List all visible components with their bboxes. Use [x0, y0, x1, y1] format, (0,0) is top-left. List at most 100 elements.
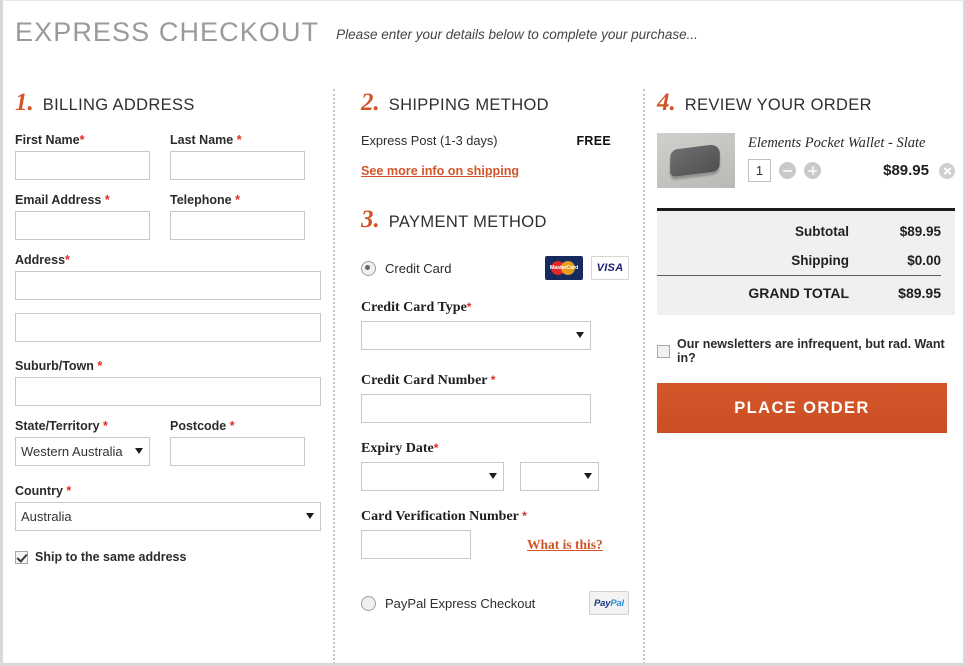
product-name: Elements Pocket Wallet - Slate	[748, 135, 926, 151]
review-step-title: REVIEW YOUR ORDER	[684, 96, 872, 114]
subtotal-label: Subtotal	[795, 224, 849, 239]
product-thumbnail	[657, 133, 735, 188]
paypal-logo-part2: Pal	[610, 597, 624, 609]
country-label: Country *	[15, 484, 72, 498]
review-order-section: 4. REVIEW YOUR ORDER Elements Pocket Wal…	[645, 89, 963, 663]
card-type-field: Credit Card Type*	[361, 300, 629, 355]
paypal-icon: Pay Pal	[589, 591, 629, 615]
paypal-radio[interactable]	[361, 595, 376, 611]
product-price: $89.95	[883, 162, 929, 179]
required-marker: *	[65, 253, 70, 267]
postcode-label: Postcode *	[170, 419, 235, 433]
country-select-wrapper[interactable]: Australia	[15, 502, 321, 531]
credit-card-radio-line[interactable]: Credit Card	[361, 260, 451, 276]
required-marker: *	[229, 419, 235, 433]
mastercard-icon: MasterCard	[545, 256, 583, 280]
shipping-step-title: SHIPPING METHOD	[388, 96, 549, 114]
ship-same-address-label: Ship to the same address	[35, 550, 187, 564]
postcode-input[interactable]	[170, 437, 305, 466]
visa-icon: VISA	[591, 256, 629, 280]
telephone-input[interactable]	[170, 211, 305, 240]
email-input[interactable]	[15, 211, 150, 240]
cvn-field: Card Verification Number * What is this?	[361, 509, 629, 559]
required-marker: *	[236, 133, 242, 147]
country-row: Country * Australia	[15, 484, 321, 536]
suburb-label: Suburb/Town *	[15, 359, 103, 373]
quantity-row: 1 $89.95	[748, 159, 955, 182]
newsletter-row[interactable]: Our newsletters are infrequent, but rad.…	[657, 337, 955, 365]
required-marker: *	[235, 193, 240, 207]
grand-total-row: GRAND TOTAL $89.95	[657, 275, 941, 309]
ship-same-address-row[interactable]: Ship to the same address	[15, 550, 321, 564]
state-postcode-row: State/Territory * Western Australia Post…	[15, 419, 321, 471]
quantity-input[interactable]: 1	[748, 159, 771, 182]
suburb-input[interactable]	[15, 377, 321, 406]
shipping-step-number: 2.	[361, 89, 380, 116]
shipping-option-label: Express Post (1-3 days)	[361, 133, 498, 148]
required-marker: *	[522, 509, 527, 523]
expiry-year-wrapper[interactable]	[520, 462, 599, 491]
cvn-label: Card Verification Number *	[361, 509, 527, 524]
last-name-input[interactable]	[170, 151, 305, 180]
subtotal-value: $89.95	[899, 224, 941, 239]
card-type-select-wrapper[interactable]	[361, 321, 591, 350]
expiry-field: Expiry Date*	[361, 441, 629, 491]
review-heading: 4. REVIEW YOUR ORDER	[657, 89, 955, 117]
card-number-label: Credit Card Number *	[361, 373, 496, 388]
credit-card-radio[interactable]	[361, 260, 376, 276]
country-select[interactable]: Australia	[15, 502, 321, 531]
quantity-increment-icon[interactable]	[804, 162, 821, 179]
shipping-payment-section: 2. SHIPPING METHOD Express Post (1-3 day…	[333, 89, 645, 663]
required-marker: *	[490, 373, 496, 387]
expiry-month-select[interactable]	[361, 462, 504, 491]
email-label: Email Address *	[15, 193, 110, 207]
quantity-decrement-icon[interactable]	[779, 162, 796, 179]
expiry-month-wrapper[interactable]	[361, 462, 504, 491]
shipping-total-label: Shipping	[791, 253, 849, 268]
cvn-row: What is this?	[361, 530, 629, 559]
place-order-button[interactable]: PLACE ORDER	[657, 383, 947, 433]
credit-card-option-row[interactable]: Credit Card MasterCard VISA	[361, 256, 629, 280]
paypal-option-row[interactable]: PayPal Express Checkout Pay Pal	[361, 591, 629, 615]
newsletter-label: Our newsletters are infrequent, but rad.…	[677, 337, 945, 365]
required-marker: *	[66, 484, 72, 498]
card-type-select[interactable]	[361, 321, 591, 350]
state-select-wrapper[interactable]: Western Australia	[15, 437, 150, 466]
card-number-field: Credit Card Number *	[361, 373, 629, 423]
cvn-input[interactable]	[361, 530, 471, 559]
shipping-heading: 2. SHIPPING METHOD	[361, 89, 629, 117]
required-marker: *	[79, 133, 85, 147]
billing-address-section: 1. BILLING ADDRESS First Name* Last Name…	[3, 89, 333, 663]
shipping-option-price: FREE	[576, 133, 611, 148]
contact-row: Email Address * Telephone *	[15, 193, 321, 240]
paypal-label: PayPal Express Checkout	[385, 595, 536, 611]
subtotal-row: Subtotal $89.95	[657, 217, 941, 246]
card-logos: MasterCard VISA	[545, 256, 629, 280]
shipping-more-info-link[interactable]: See more info on shipping	[361, 164, 519, 178]
required-marker: *	[97, 359, 103, 373]
required-marker: *	[433, 441, 439, 455]
address-row: Address*	[15, 253, 321, 300]
page-title: EXPRESS CHECKOUT	[15, 16, 320, 47]
state-select[interactable]: Western Australia	[15, 437, 150, 466]
order-item-row: Elements Pocket Wallet - Slate 1 $89.95	[657, 133, 955, 188]
what-is-this-link[interactable]: What is this?	[527, 537, 603, 559]
first-name-label: First Name*	[15, 133, 85, 147]
required-marker: *	[103, 419, 108, 433]
ship-same-address-checkbox[interactable]	[15, 550, 28, 564]
page-subtitle: Please enter your details below to compl…	[336, 27, 698, 42]
billing-heading: 1. BILLING ADDRESS	[15, 89, 321, 117]
remove-item-icon[interactable]	[939, 162, 955, 179]
shipping-option-row[interactable]: Express Post (1-3 days) FREE	[361, 133, 629, 148]
telephone-label: Telephone *	[170, 193, 240, 207]
first-name-input[interactable]	[15, 151, 150, 180]
paypal-radio-line[interactable]: PayPal Express Checkout	[361, 595, 536, 611]
payment-step-number: 3.	[361, 206, 380, 233]
card-number-input[interactable]	[361, 394, 591, 423]
card-type-label: Credit Card Type*	[361, 300, 472, 315]
expiry-year-select[interactable]	[520, 462, 599, 491]
address2-row	[15, 313, 321, 342]
newsletter-checkbox[interactable]	[657, 344, 670, 358]
address-line1-input[interactable]	[15, 271, 321, 300]
address-line2-input[interactable]	[15, 313, 321, 342]
